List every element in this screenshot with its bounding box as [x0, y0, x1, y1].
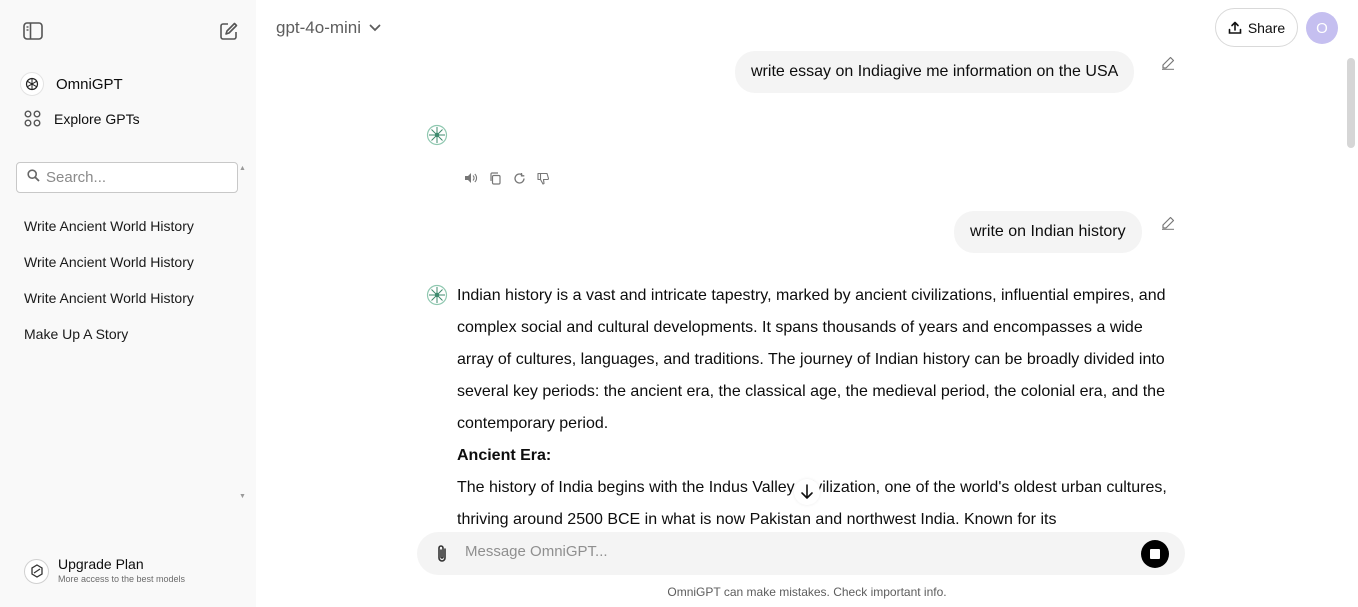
upgrade-subtitle: More access to the best models: [58, 574, 186, 584]
scroll-to-bottom-button[interactable]: [794, 479, 820, 505]
response-heading: Ancient Era:: [457, 447, 552, 464]
stop-button[interactable]: [1141, 540, 1169, 568]
read-aloud-icon[interactable]: [462, 170, 480, 186]
sidebar-item-omnigpt[interactable]: OmniGPT: [20, 72, 123, 96]
message-input[interactable]: [465, 543, 1105, 560]
search-box: [16, 162, 238, 193]
sidebar-item-label: Explore GPTs: [54, 111, 140, 127]
toggle-sidebar-icon[interactable]: [21, 19, 45, 43]
upgrade-icon: [24, 558, 49, 584]
response-paragraph: Indian history is a vast and intricate t…: [457, 287, 1166, 432]
avatar[interactable]: O: [1306, 12, 1338, 44]
omnigpt-logo-icon: [20, 72, 44, 96]
assistant-avatar-icon: [426, 124, 448, 146]
upgrade-title: Upgrade Plan: [58, 556, 144, 572]
search-icon: [27, 168, 40, 187]
chevron-down-icon: [369, 24, 381, 32]
scrollbar-thumb[interactable]: [1347, 58, 1355, 148]
sidebar-item-label: OmniGPT: [56, 75, 123, 93]
copy-icon[interactable]: [486, 170, 504, 186]
history-item[interactable]: Write Ancient World History: [24, 254, 194, 270]
history-item[interactable]: Make Up A Story: [24, 326, 128, 342]
share-icon: [1228, 21, 1242, 35]
share-label: Share: [1247, 19, 1286, 36]
composer: [417, 532, 1185, 575]
scroll-down-icon[interactable]: ▼: [239, 493, 246, 500]
disclaimer: OmniGPT can make mistakes. Check importa…: [667, 585, 947, 599]
arrow-down-icon: [800, 484, 814, 500]
sidebar: OmniGPT Explore GPTs ▲ Write Ancient Wor…: [0, 0, 256, 607]
message-actions: [462, 170, 552, 186]
new-chat-icon[interactable]: [217, 19, 241, 43]
history-item[interactable]: Write Ancient World History: [24, 290, 194, 306]
assistant-avatar-icon: [426, 284, 448, 306]
user-message: write essay on Indiagive me information …: [735, 51, 1135, 93]
user-message: write on Indian history: [954, 211, 1142, 253]
scroll-up-icon[interactable]: ▲: [239, 165, 246, 172]
regenerate-icon[interactable]: [510, 170, 528, 186]
model-selector[interactable]: gpt-4o-mini: [276, 18, 381, 38]
sidebar-item-explore[interactable]: Explore GPTs: [24, 110, 140, 128]
model-name: gpt-4o-mini: [276, 18, 362, 37]
grid-icon: [24, 110, 42, 128]
paperclip-icon[interactable]: [432, 543, 452, 565]
response-paragraph: The history of India begins with the Ind…: [457, 479, 1167, 528]
stop-icon: [1150, 549, 1160, 559]
share-button[interactable]: Share: [1215, 8, 1298, 47]
history-item[interactable]: Write Ancient World History: [24, 218, 194, 234]
edit-message-icon[interactable]: [1161, 216, 1177, 232]
search-input[interactable]: [46, 169, 226, 186]
upgrade-plan-button[interactable]: Upgrade Plan More access to the best mod…: [24, 556, 185, 586]
edit-message-icon[interactable]: [1161, 56, 1177, 72]
thumbs-down-icon[interactable]: [534, 170, 552, 186]
